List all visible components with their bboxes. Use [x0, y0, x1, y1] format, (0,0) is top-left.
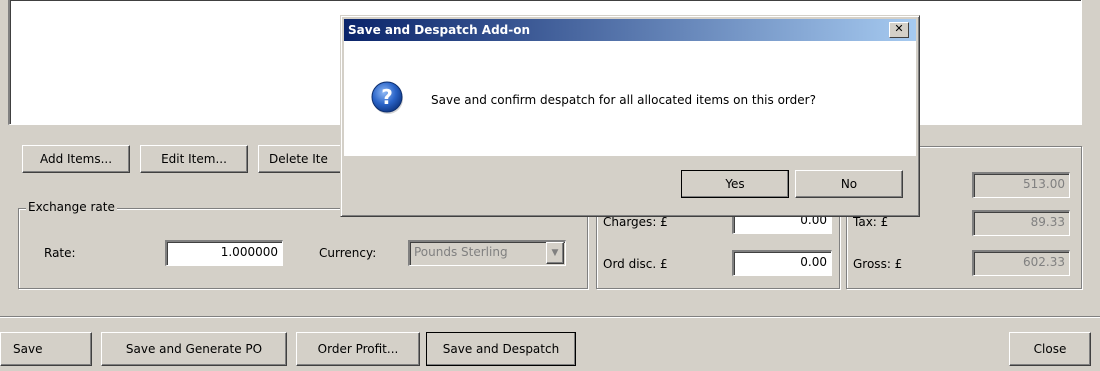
- tax-field: 89.33: [972, 210, 1070, 236]
- gross-label: Gross: £: [853, 257, 903, 271]
- gross-field: 602.33: [972, 250, 1070, 276]
- dialog-title: Save and Despatch Add-on: [348, 23, 531, 37]
- rate-input[interactable]: 1.000000: [165, 240, 283, 266]
- question-icon: ?: [371, 81, 405, 115]
- save-despatch-dialog: Save and Despatch Add-on ✕ ? Save and co…: [340, 15, 920, 217]
- close-icon: ✕: [894, 22, 904, 35]
- currency-label: Currency:: [319, 246, 377, 260]
- chevron-down-icon: ▼: [551, 248, 559, 258]
- tax-label: Tax: £: [853, 217, 889, 229]
- order-profit-button[interactable]: Order Profit...: [296, 332, 420, 366]
- dialog-no-button[interactable]: No: [795, 170, 903, 198]
- currency-dropdown-button[interactable]: ▼: [546, 242, 564, 264]
- dialog-close-button[interactable]: ✕: [889, 22, 909, 38]
- ord-disc-input[interactable]: 0.00: [732, 250, 832, 276]
- rate-label: Rate:: [44, 246, 76, 260]
- save-generate-po-button[interactable]: Save and Generate PO: [101, 332, 287, 366]
- edit-item-button[interactable]: Edit Item...: [140, 145, 248, 173]
- exchange-rate-group-label: Exchange rate: [26, 200, 117, 214]
- bottom-separator: [0, 316, 1100, 318]
- add-items-button[interactable]: Add Items...: [22, 145, 130, 173]
- dialog-message: Save and confirm despatch for all alloca…: [431, 93, 816, 107]
- ord-disc-label: Ord disc. £: [603, 257, 668, 271]
- currency-value: Pounds Sterling: [414, 245, 508, 259]
- currency-select[interactable]: Pounds Sterling: [408, 240, 566, 266]
- net-total-field: 513.00: [972, 172, 1070, 198]
- charges-label: Charges: £: [603, 217, 668, 229]
- svg-text:?: ?: [381, 85, 393, 109]
- close-button[interactable]: Close: [1009, 332, 1091, 366]
- save-despatch-button[interactable]: Save and Despatch: [426, 332, 576, 366]
- dialog-yes-button[interactable]: Yes: [681, 170, 789, 198]
- save-button[interactable]: Save: [0, 332, 92, 366]
- dialog-body: ? Save and confirm despatch for all allo…: [344, 41, 916, 156]
- dialog-titlebar[interactable]: Save and Despatch Add-on: [344, 19, 916, 41]
